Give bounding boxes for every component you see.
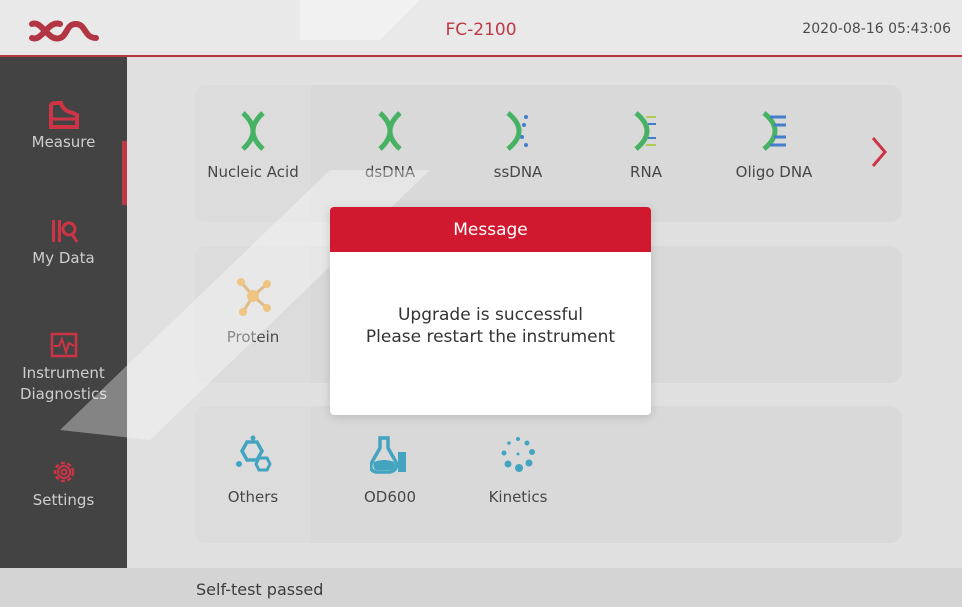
dialog-title: Message bbox=[330, 207, 651, 252]
dialog-line-2: Please restart the instrument bbox=[365, 327, 616, 347]
dialog-line-1: Upgrade is successful bbox=[397, 305, 584, 325]
dialog-body: Upgrade is successful Please restart the… bbox=[330, 252, 651, 415]
message-dialog: Message Upgrade is successful Please res… bbox=[330, 207, 651, 415]
